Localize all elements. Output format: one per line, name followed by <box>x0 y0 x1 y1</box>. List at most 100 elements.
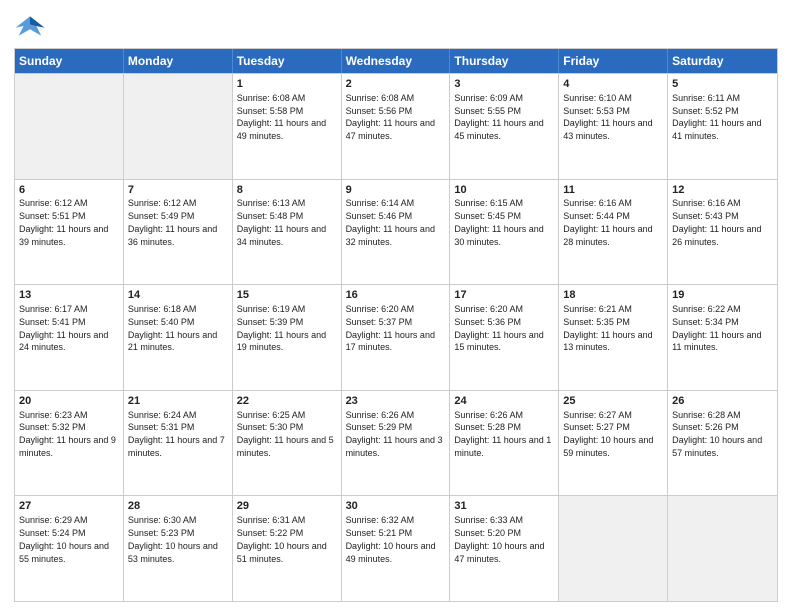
calendar-cell: 19Sunrise: 6:22 AM Sunset: 5:34 PM Dayli… <box>668 285 777 390</box>
calendar-cell: 8Sunrise: 6:13 AM Sunset: 5:48 PM Daylig… <box>233 180 342 285</box>
day-number: 18 <box>563 288 663 303</box>
day-number: 20 <box>19 394 119 409</box>
day-number: 8 <box>237 183 337 198</box>
day-info: Sunrise: 6:29 AM Sunset: 5:24 PM Dayligh… <box>19 515 109 563</box>
calendar-cell: 28Sunrise: 6:30 AM Sunset: 5:23 PM Dayli… <box>124 496 233 601</box>
calendar-cell: 29Sunrise: 6:31 AM Sunset: 5:22 PM Dayli… <box>233 496 342 601</box>
day-info: Sunrise: 6:17 AM Sunset: 5:41 PM Dayligh… <box>19 304 108 352</box>
day-info: Sunrise: 6:12 AM Sunset: 5:51 PM Dayligh… <box>19 198 108 246</box>
calendar-row-1: 1Sunrise: 6:08 AM Sunset: 5:58 PM Daylig… <box>15 73 777 179</box>
day-number: 1 <box>237 77 337 92</box>
logo-icon <box>14 10 46 42</box>
calendar-cell: 22Sunrise: 6:25 AM Sunset: 5:30 PM Dayli… <box>233 391 342 496</box>
day-info: Sunrise: 6:27 AM Sunset: 5:27 PM Dayligh… <box>563 410 653 458</box>
calendar-cell: 1Sunrise: 6:08 AM Sunset: 5:58 PM Daylig… <box>233 74 342 179</box>
calendar-cell: 5Sunrise: 6:11 AM Sunset: 5:52 PM Daylig… <box>668 74 777 179</box>
day-number: 7 <box>128 183 228 198</box>
day-number: 12 <box>672 183 773 198</box>
calendar-cell: 6Sunrise: 6:12 AM Sunset: 5:51 PM Daylig… <box>15 180 124 285</box>
calendar-cell <box>559 496 668 601</box>
calendar-cell: 21Sunrise: 6:24 AM Sunset: 5:31 PM Dayli… <box>124 391 233 496</box>
day-number: 30 <box>346 499 446 514</box>
calendar-cell: 31Sunrise: 6:33 AM Sunset: 5:20 PM Dayli… <box>450 496 559 601</box>
header <box>14 10 778 42</box>
day-number: 28 <box>128 499 228 514</box>
calendar-header: SundayMondayTuesdayWednesdayThursdayFrid… <box>15 49 777 73</box>
day-info: Sunrise: 6:32 AM Sunset: 5:21 PM Dayligh… <box>346 515 436 563</box>
day-info: Sunrise: 6:12 AM Sunset: 5:49 PM Dayligh… <box>128 198 217 246</box>
day-info: Sunrise: 6:21 AM Sunset: 5:35 PM Dayligh… <box>563 304 652 352</box>
day-number: 15 <box>237 288 337 303</box>
calendar-cell: 24Sunrise: 6:26 AM Sunset: 5:28 PM Dayli… <box>450 391 559 496</box>
day-number: 13 <box>19 288 119 303</box>
day-number: 21 <box>128 394 228 409</box>
day-number: 9 <box>346 183 446 198</box>
day-number: 23 <box>346 394 446 409</box>
calendar-cell <box>124 74 233 179</box>
day-info: Sunrise: 6:31 AM Sunset: 5:22 PM Dayligh… <box>237 515 327 563</box>
day-number: 16 <box>346 288 446 303</box>
day-number: 2 <box>346 77 446 92</box>
day-info: Sunrise: 6:14 AM Sunset: 5:46 PM Dayligh… <box>346 198 435 246</box>
day-info: Sunrise: 6:25 AM Sunset: 5:30 PM Dayligh… <box>237 410 334 458</box>
day-number: 24 <box>454 394 554 409</box>
calendar-cell: 16Sunrise: 6:20 AM Sunset: 5:37 PM Dayli… <box>342 285 451 390</box>
day-info: Sunrise: 6:13 AM Sunset: 5:48 PM Dayligh… <box>237 198 326 246</box>
calendar-cell: 20Sunrise: 6:23 AM Sunset: 5:32 PM Dayli… <box>15 391 124 496</box>
calendar-cell: 4Sunrise: 6:10 AM Sunset: 5:53 PM Daylig… <box>559 74 668 179</box>
calendar-cell: 15Sunrise: 6:19 AM Sunset: 5:39 PM Dayli… <box>233 285 342 390</box>
day-header-wednesday: Wednesday <box>342 49 451 73</box>
calendar-cell: 13Sunrise: 6:17 AM Sunset: 5:41 PM Dayli… <box>15 285 124 390</box>
day-header-saturday: Saturday <box>668 49 777 73</box>
day-info: Sunrise: 6:30 AM Sunset: 5:23 PM Dayligh… <box>128 515 218 563</box>
day-info: Sunrise: 6:16 AM Sunset: 5:44 PM Dayligh… <box>563 198 652 246</box>
calendar-cell <box>15 74 124 179</box>
day-info: Sunrise: 6:20 AM Sunset: 5:36 PM Dayligh… <box>454 304 543 352</box>
day-header-friday: Friday <box>559 49 668 73</box>
day-number: 6 <box>19 183 119 198</box>
calendar-cell: 26Sunrise: 6:28 AM Sunset: 5:26 PM Dayli… <box>668 391 777 496</box>
calendar-cell: 30Sunrise: 6:32 AM Sunset: 5:21 PM Dayli… <box>342 496 451 601</box>
day-number: 22 <box>237 394 337 409</box>
day-number: 27 <box>19 499 119 514</box>
day-info: Sunrise: 6:18 AM Sunset: 5:40 PM Dayligh… <box>128 304 217 352</box>
day-info: Sunrise: 6:24 AM Sunset: 5:31 PM Dayligh… <box>128 410 225 458</box>
calendar-cell: 9Sunrise: 6:14 AM Sunset: 5:46 PM Daylig… <box>342 180 451 285</box>
day-header-sunday: Sunday <box>15 49 124 73</box>
logo <box>14 10 49 42</box>
day-number: 26 <box>672 394 773 409</box>
day-number: 25 <box>563 394 663 409</box>
day-info: Sunrise: 6:10 AM Sunset: 5:53 PM Dayligh… <box>563 93 652 141</box>
day-info: Sunrise: 6:26 AM Sunset: 5:29 PM Dayligh… <box>346 410 443 458</box>
calendar-cell: 10Sunrise: 6:15 AM Sunset: 5:45 PM Dayli… <box>450 180 559 285</box>
calendar-row-5: 27Sunrise: 6:29 AM Sunset: 5:24 PM Dayli… <box>15 495 777 601</box>
calendar-cell: 27Sunrise: 6:29 AM Sunset: 5:24 PM Dayli… <box>15 496 124 601</box>
day-info: Sunrise: 6:08 AM Sunset: 5:58 PM Dayligh… <box>237 93 326 141</box>
day-number: 3 <box>454 77 554 92</box>
day-info: Sunrise: 6:16 AM Sunset: 5:43 PM Dayligh… <box>672 198 761 246</box>
calendar-row-4: 20Sunrise: 6:23 AM Sunset: 5:32 PM Dayli… <box>15 390 777 496</box>
day-number: 4 <box>563 77 663 92</box>
day-number: 5 <box>672 77 773 92</box>
calendar-cell: 17Sunrise: 6:20 AM Sunset: 5:36 PM Dayli… <box>450 285 559 390</box>
calendar-row-3: 13Sunrise: 6:17 AM Sunset: 5:41 PM Dayli… <box>15 284 777 390</box>
page-container: SundayMondayTuesdayWednesdayThursdayFrid… <box>0 0 792 612</box>
day-info: Sunrise: 6:09 AM Sunset: 5:55 PM Dayligh… <box>454 93 543 141</box>
day-info: Sunrise: 6:20 AM Sunset: 5:37 PM Dayligh… <box>346 304 435 352</box>
day-info: Sunrise: 6:11 AM Sunset: 5:52 PM Dayligh… <box>672 93 761 141</box>
calendar-row-2: 6Sunrise: 6:12 AM Sunset: 5:51 PM Daylig… <box>15 179 777 285</box>
day-info: Sunrise: 6:28 AM Sunset: 5:26 PM Dayligh… <box>672 410 762 458</box>
day-info: Sunrise: 6:26 AM Sunset: 5:28 PM Dayligh… <box>454 410 551 458</box>
day-info: Sunrise: 6:23 AM Sunset: 5:32 PM Dayligh… <box>19 410 116 458</box>
day-info: Sunrise: 6:33 AM Sunset: 5:20 PM Dayligh… <box>454 515 544 563</box>
calendar-cell: 25Sunrise: 6:27 AM Sunset: 5:27 PM Dayli… <box>559 391 668 496</box>
day-number: 19 <box>672 288 773 303</box>
calendar-cell: 18Sunrise: 6:21 AM Sunset: 5:35 PM Dayli… <box>559 285 668 390</box>
calendar-cell: 2Sunrise: 6:08 AM Sunset: 5:56 PM Daylig… <box>342 74 451 179</box>
day-info: Sunrise: 6:08 AM Sunset: 5:56 PM Dayligh… <box>346 93 435 141</box>
day-number: 11 <box>563 183 663 198</box>
calendar-body: 1Sunrise: 6:08 AM Sunset: 5:58 PM Daylig… <box>15 73 777 601</box>
calendar-cell: 11Sunrise: 6:16 AM Sunset: 5:44 PM Dayli… <box>559 180 668 285</box>
day-header-thursday: Thursday <box>450 49 559 73</box>
calendar-cell: 3Sunrise: 6:09 AM Sunset: 5:55 PM Daylig… <box>450 74 559 179</box>
